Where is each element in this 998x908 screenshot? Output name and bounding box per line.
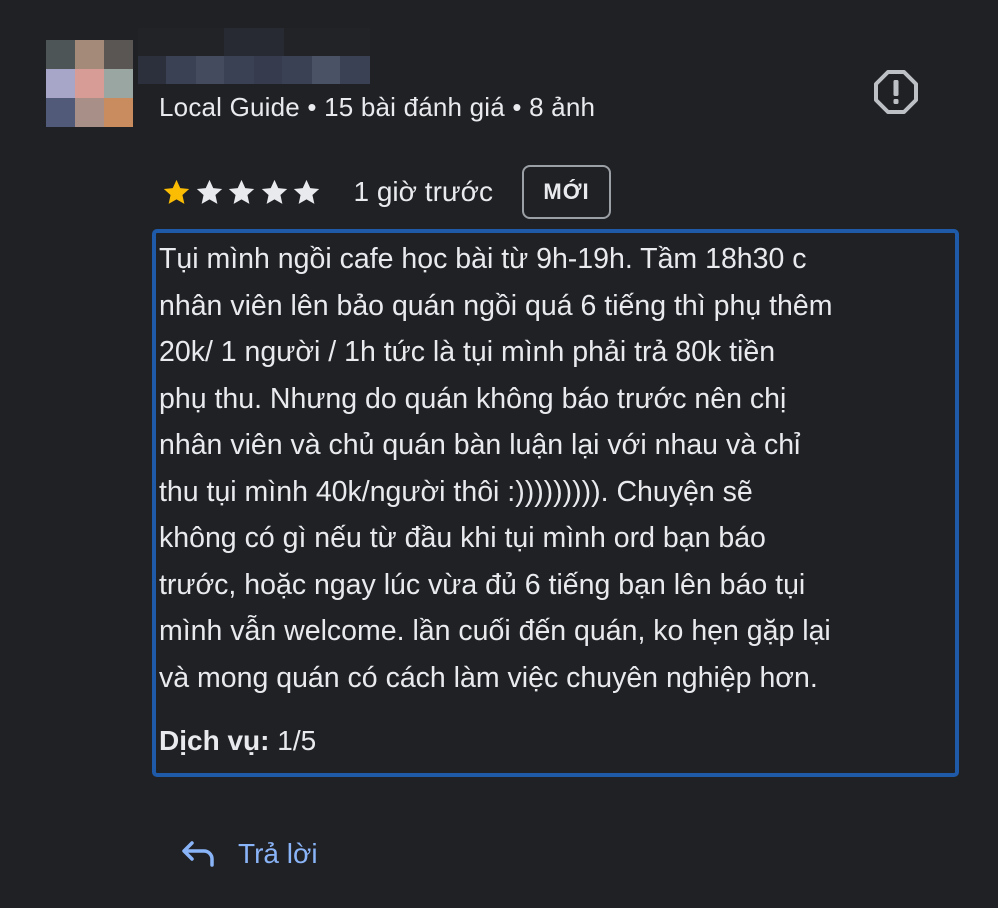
service-label: Dịch vụ:	[159, 725, 270, 756]
star-rating	[161, 177, 324, 208]
reviewer-name-redacted[interactable]	[138, 28, 370, 84]
review-line: phụ thu. Nhưng do quán không báo trước n…	[159, 382, 787, 415]
new-badge: MỚI	[522, 165, 611, 219]
reply-label: Trả lời	[238, 838, 318, 869]
review-text: Tụi mình ngồi cafe học bài từ 9h-19h. Tầ…	[159, 236, 959, 701]
review-line: trước, hoặc ngay lúc vừa đủ 6 tiếng bạn …	[159, 568, 806, 601]
review-line: nhân viên và chủ quán bàn luận lại với n…	[159, 429, 801, 461]
avatar[interactable]	[46, 40, 133, 127]
report-button[interactable]	[872, 68, 920, 116]
reviewer-meta: Local Guide • 15 bài đánh giá • 8 ảnh	[159, 92, 596, 122]
rating-row: 1 giờ trước MỚI	[161, 164, 611, 220]
service-value: 1/5	[277, 725, 317, 756]
review-line: không có gì nếu từ đầu khi tụi mình ord …	[159, 522, 766, 554]
review-line: Tụi mình ngồi cafe học bài từ 9h-19h. Tầ…	[159, 243, 807, 275]
report-icon	[874, 70, 918, 114]
star-empty-icon	[293, 179, 320, 204]
star-filled-icon	[163, 179, 190, 204]
reply-arrow-icon	[182, 841, 214, 867]
review-line: 20k/ 1 người / 1h tức là tụi mình phải t…	[159, 336, 776, 368]
service-rating: Dịch vụ: 1/5	[159, 725, 316, 757]
review-line: nhân viên lên bảo quán ngồi quá 6 tiếng …	[159, 289, 833, 322]
star-empty-icon	[228, 179, 255, 204]
review-line: thu tụi mình 40k/người thôi :))))))))). …	[159, 475, 753, 508]
review-line: và mong quán có cách làm việc chuyên ngh…	[159, 661, 818, 694]
star-empty-icon	[196, 179, 222, 204]
star-empty-icon	[261, 179, 287, 204]
review-time: 1 giờ trước	[353, 176, 494, 207]
review-line: mình vẫn welcome. lần cuối đến quán, ko …	[159, 615, 831, 647]
reply-button[interactable]: Trả lời	[180, 832, 318, 876]
